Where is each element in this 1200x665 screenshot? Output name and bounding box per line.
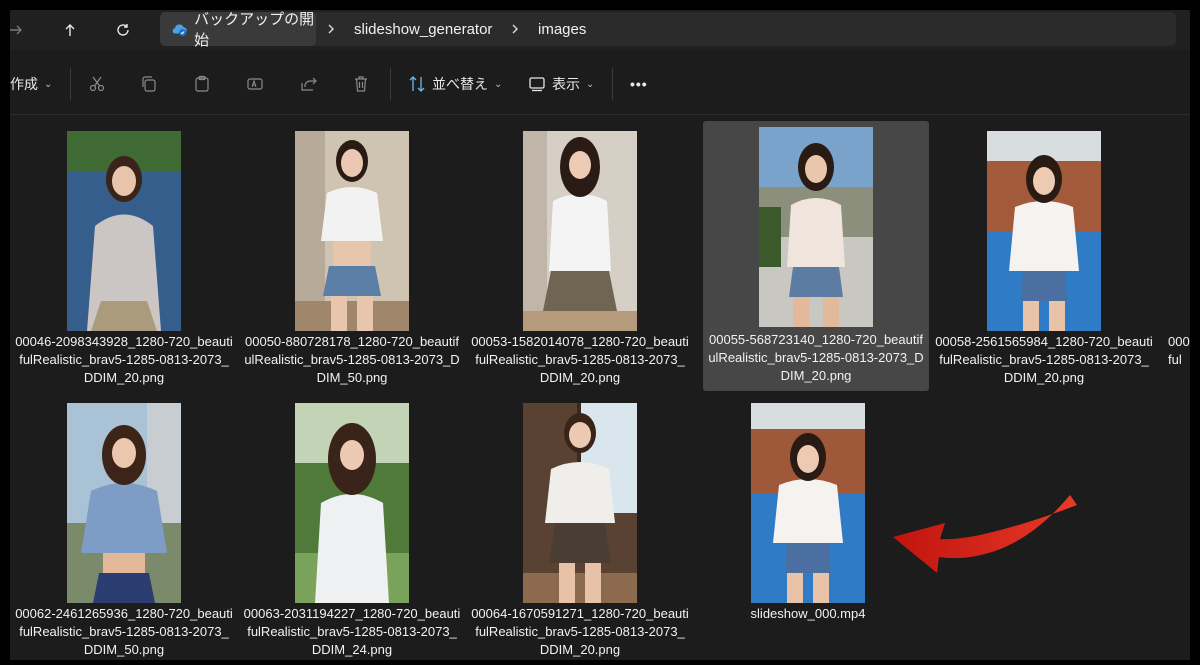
- chevron-down-icon: ⌄: [494, 78, 503, 90]
- up-button[interactable]: [54, 14, 86, 46]
- copy-icon: [142, 76, 156, 92]
- refresh-icon: [117, 24, 129, 36]
- sort-icon: [409, 76, 425, 92]
- file-item[interactable]: 00046-2098343928_1280-720_beauti fulReal…: [11, 125, 237, 395]
- red-arrow-annotation: [893, 495, 1077, 573]
- forward-arrow-icon: [10, 25, 22, 35]
- rename-icon: [247, 78, 263, 90]
- breadcrumb-images[interactable]: images: [538, 12, 586, 46]
- file-item-partial[interactable]: 000 ful: [1168, 333, 1190, 369]
- cloud-sync-icon: [172, 24, 187, 37]
- divider: [70, 68, 71, 100]
- forward-button[interactable]: [10, 14, 32, 46]
- paste-button[interactable]: [193, 68, 211, 100]
- rename-button[interactable]: [246, 68, 264, 100]
- file-name: 00058-2561565984_1280-720_beauti fulReal…: [935, 334, 1153, 385]
- view-button[interactable]: 表示 ⌄: [528, 68, 594, 100]
- file-name: 00046-2098343928_1280-720_beauti fulReal…: [15, 334, 233, 385]
- breadcrumb-separator: [326, 12, 336, 46]
- share-icon: [301, 77, 317, 91]
- sort-button[interactable]: 並べ替え ⌄: [408, 68, 502, 100]
- image-thumbnail: [295, 403, 409, 603]
- image-thumbnail: [523, 403, 637, 603]
- more-options-button[interactable]: •••: [630, 68, 648, 100]
- image-thumbnail: [67, 131, 181, 331]
- command-bar: 作成 ⌄ 並べ替え ⌄ 表示 ⌄ •••: [10, 54, 1190, 115]
- file-name: 00050-880728178_1280-720_beautif ulReali…: [244, 334, 460, 385]
- breadcrumb-home[interactable]: バックアップの開始: [160, 11, 316, 49]
- file-explorer-window: バックアップの開始 slideshow_generator images 作成 …: [10, 10, 1190, 660]
- breadcrumb-slideshow-generator[interactable]: slideshow_generator: [354, 12, 492, 46]
- address-box[interactable]: バックアップの開始 slideshow_generator images: [160, 11, 1176, 49]
- chevron-down-icon: ⌄: [586, 78, 595, 90]
- video-thumbnail: [751, 403, 865, 603]
- chevron-right-icon: [328, 24, 334, 34]
- up-arrow-icon: [65, 24, 75, 36]
- image-thumbnail: [295, 131, 409, 331]
- refresh-button[interactable]: [107, 14, 139, 46]
- new-button[interactable]: 作成 ⌄: [10, 68, 52, 100]
- divider: [612, 68, 613, 100]
- sort-label: 並べ替え: [432, 76, 488, 92]
- breadcrumb-home-label: バックアップの開始: [194, 11, 315, 49]
- scissors-icon: [89, 76, 105, 92]
- image-thumbnail: [67, 403, 181, 603]
- file-grid: 00046-2098343928_1280-720_beauti fulReal…: [10, 115, 1190, 660]
- view-icon: [529, 77, 545, 92]
- cut-button[interactable]: [88, 68, 106, 100]
- copy-button[interactable]: [140, 68, 158, 100]
- file-item[interactable]: 00050-880728178_1280-720_beautif ulReali…: [239, 125, 465, 395]
- more-icon: •••: [630, 76, 648, 92]
- image-thumbnail: [523, 131, 637, 331]
- file-name: slideshow_000.mp4: [750, 606, 866, 621]
- divider: [390, 68, 391, 100]
- chevron-right-icon: [512, 24, 518, 34]
- file-item[interactable]: 00064-1670591271_1280-720_beauti fulReal…: [467, 397, 693, 660]
- trash-icon: [355, 76, 367, 92]
- share-button[interactable]: [299, 68, 317, 100]
- image-thumbnail: [759, 127, 873, 327]
- file-item[interactable]: 00063-2031194227_1280-720_beauti fulReal…: [239, 397, 465, 660]
- view-label: 表示: [552, 76, 580, 92]
- file-name: 00063-2031194227_1280-720_beauti fulReal…: [243, 606, 461, 657]
- chevron-down-icon: ⌄: [44, 78, 53, 90]
- delete-button[interactable]: [352, 68, 370, 100]
- file-item-selected[interactable]: 00055-568723140_1280-720_beautif ulReali…: [703, 121, 929, 391]
- file-name: 00055-568723140_1280-720_beautif ulReali…: [708, 332, 924, 383]
- file-item[interactable]: 00053-1582014078_1280-720_beauti fulReal…: [467, 125, 693, 395]
- new-label: 作成: [10, 76, 38, 92]
- address-bar-row: バックアップの開始 slideshow_generator images: [10, 10, 1190, 50]
- file-name: 00053-1582014078_1280-720_beauti fulReal…: [471, 334, 689, 385]
- clipboard-icon: [195, 75, 209, 92]
- file-name: 00064-1670591271_1280-720_beauti fulReal…: [471, 606, 689, 657]
- file-item[interactable]: 00058-2561565984_1280-720_beauti fulReal…: [931, 125, 1157, 395]
- file-name: 00062-2461265936_1280-720_beauti fulReal…: [15, 606, 233, 657]
- file-item[interactable]: 00062-2461265936_1280-720_beauti fulReal…: [11, 397, 237, 660]
- breadcrumb-separator: [510, 12, 520, 46]
- image-thumbnail: [987, 131, 1101, 331]
